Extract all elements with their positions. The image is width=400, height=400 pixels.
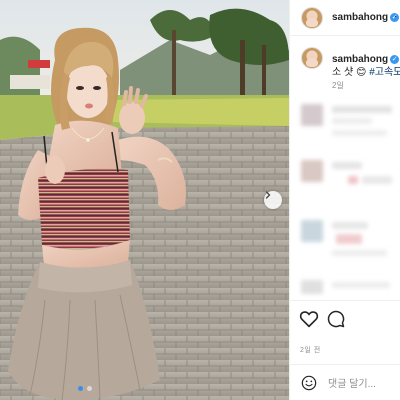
caption-time: 2일 <box>332 81 344 90</box>
avatar[interactable] <box>301 7 323 29</box>
carousel-dot-active <box>78 386 83 391</box>
comment-text-blurred <box>332 106 392 113</box>
caption-line-2: 소 샷 😊 #고속도 <box>332 63 400 78</box>
caption-avatar[interactable] <box>301 47 323 69</box>
more-dots-icon[interactable]: · <box>394 11 397 22</box>
carousel-next-button[interactable] <box>264 191 282 209</box>
comment-text-blurred <box>332 162 362 169</box>
caption-hashtag[interactable]: #고속도 <box>369 67 400 78</box>
carousel-dot <box>87 386 92 391</box>
action-bar <box>290 300 400 338</box>
comment-text-blurred <box>332 222 368 229</box>
comment-avatar-blurred <box>301 160 323 182</box>
smiley-icon[interactable] <box>301 375 317 391</box>
comment-avatar-blurred <box>301 280 323 294</box>
post-side-panel: sambahong✓ · sambahong✓ ㅋ 소 샷 😊 #고속도 2일 <box>289 0 400 400</box>
photo-image <box>0 0 289 400</box>
post-date: 2일 전 <box>300 347 321 354</box>
post-header: sambahong ✓ · <box>290 0 400 36</box>
speech-bubble-icon[interactable] <box>327 310 345 328</box>
comment-text-blurred <box>362 176 392 184</box>
caption-emoji: 😊 <box>355 67 367 78</box>
caption-line-2-text: 소 샷 <box>332 67 354 78</box>
post-photo[interactable] <box>0 0 289 400</box>
comment-text-blurred <box>348 176 358 184</box>
comment-bar <box>290 364 400 400</box>
comment-text-blurred <box>332 250 387 256</box>
comment-avatar-blurred <box>301 220 323 242</box>
comment-avatar-blurred <box>301 104 323 126</box>
comment-text-blurred <box>332 118 372 124</box>
carousel-indicator <box>78 386 92 391</box>
comment-input[interactable] <box>328 376 400 392</box>
heart-icon[interactable] <box>299 310 319 328</box>
header-username[interactable]: sambahong <box>332 12 388 23</box>
comment-text-blurred <box>332 282 390 288</box>
chevron-right-icon <box>265 191 271 199</box>
comment-text-blurred <box>332 130 387 136</box>
comment-text-blurred <box>336 234 362 244</box>
